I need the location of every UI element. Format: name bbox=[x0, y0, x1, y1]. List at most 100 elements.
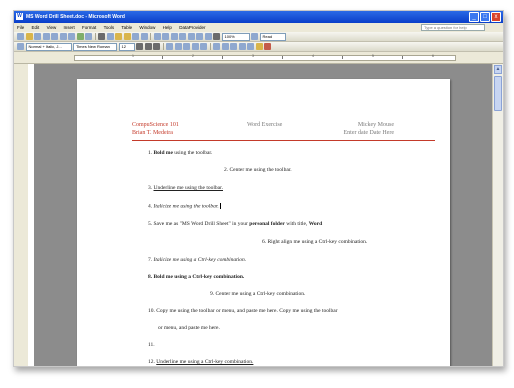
menu-view[interactable]: View bbox=[44, 23, 60, 32]
insert-table-icon[interactable] bbox=[170, 33, 178, 40]
header-right-date: Enter date Date Here bbox=[343, 130, 394, 136]
document-map-icon[interactable] bbox=[204, 33, 212, 40]
font-color-icon[interactable] bbox=[264, 43, 271, 50]
zoom-select[interactable]: 100% bbox=[221, 32, 250, 41]
text-cursor bbox=[219, 203, 221, 209]
close-button[interactable]: x bbox=[491, 12, 501, 22]
ruler-tick bbox=[162, 56, 163, 59]
menu-window[interactable]: Window bbox=[136, 23, 158, 32]
scroll-thumb[interactable] bbox=[494, 76, 502, 111]
email-icon[interactable] bbox=[51, 33, 58, 40]
bullets-icon[interactable] bbox=[221, 43, 229, 50]
align-left-icon[interactable] bbox=[166, 43, 173, 50]
paste-icon[interactable] bbox=[115, 33, 122, 40]
list-item-7[interactable]: 7. Italicize me using a Ctrl-key combina… bbox=[148, 257, 246, 263]
print-icon[interactable] bbox=[59, 33, 67, 40]
insert-excel-icon[interactable] bbox=[179, 33, 186, 40]
list-item-12[interactable]: 12. Underline me using a Ctrl-key combin… bbox=[148, 359, 253, 365]
permission-icon[interactable] bbox=[42, 33, 50, 40]
copy-icon[interactable] bbox=[106, 33, 114, 40]
header-right-name: Mickey Mouse bbox=[357, 122, 394, 128]
menu-table[interactable]: Table bbox=[118, 23, 135, 32]
menu-edit[interactable]: Edit bbox=[29, 23, 43, 32]
open-folder-icon[interactable] bbox=[25, 33, 33, 40]
ruler-tick bbox=[342, 56, 343, 59]
menu-help[interactable]: Help bbox=[160, 23, 175, 32]
columns-icon[interactable] bbox=[187, 33, 195, 40]
help-search-input[interactable]: Type a question for help bbox=[421, 24, 485, 31]
header-student-name: Brian T. Medeira bbox=[132, 130, 173, 136]
standard-toolbar: 100% Read bbox=[14, 32, 503, 42]
print-preview-icon[interactable] bbox=[68, 33, 75, 40]
justify-icon[interactable] bbox=[191, 43, 199, 50]
font-size-select[interactable]: 12 bbox=[118, 42, 135, 51]
ruler-tick bbox=[282, 56, 283, 59]
ruler-number: 2 bbox=[192, 54, 194, 58]
horizontal-ruler[interactable]: 1 2 3 4 5 6 bbox=[14, 53, 503, 64]
menu-dataprovider[interactable]: DataProvider bbox=[176, 23, 208, 32]
styles-icon[interactable] bbox=[17, 43, 24, 50]
help-icon[interactable] bbox=[251, 33, 258, 40]
bold-icon[interactable] bbox=[136, 43, 143, 50]
list-item-4[interactable]: 4. Italicize me using the toolbar. bbox=[148, 203, 221, 209]
header-divider bbox=[132, 140, 435, 141]
ruler-tick bbox=[402, 56, 403, 59]
font-select[interactable]: Times New Roman bbox=[73, 42, 117, 51]
list-item-9[interactable]: 9. Center me using a Ctrl-key combinatio… bbox=[210, 291, 305, 297]
ruler-number: 4 bbox=[312, 54, 314, 58]
document-area[interactable]: CompuScience 101 Brian T. Medeira Word E… bbox=[34, 64, 493, 366]
numbering-icon[interactable] bbox=[213, 43, 220, 50]
new-document-icon[interactable] bbox=[17, 33, 24, 40]
list-item-11[interactable]: 11. bbox=[148, 342, 155, 348]
list-item-6[interactable]: 6. Right align me using a Ctrl-key combi… bbox=[262, 239, 367, 245]
decrease-indent-icon[interactable] bbox=[230, 43, 237, 50]
list-item-3[interactable]: 3. Underline me using the toolbar. bbox=[148, 185, 223, 191]
tables-borders-icon[interactable] bbox=[162, 33, 169, 40]
align-right-icon[interactable] bbox=[183, 43, 190, 50]
ruler-number: 3 bbox=[252, 54, 254, 58]
format-painter-icon[interactable] bbox=[123, 33, 131, 40]
vertical-scrollbar[interactable]: ▲ bbox=[492, 64, 503, 366]
menu-format[interactable]: Format bbox=[79, 23, 99, 32]
window-controls: _ □ x bbox=[469, 12, 501, 22]
ruler-number: 5 bbox=[372, 54, 374, 58]
redo-icon[interactable] bbox=[140, 33, 148, 40]
undo-icon[interactable] bbox=[132, 33, 139, 40]
header-exercise-title: Word Exercise bbox=[247, 122, 283, 128]
line-spacing-icon[interactable] bbox=[200, 43, 207, 50]
list-item-1[interactable]: 1. Bold me using the toolbar. bbox=[148, 150, 212, 156]
highlight-icon[interactable] bbox=[255, 43, 263, 50]
italic-icon[interactable] bbox=[144, 43, 152, 50]
list-item-2[interactable]: 2. Center me using the toolbar. bbox=[224, 167, 292, 173]
toolbar-separator bbox=[162, 43, 164, 50]
maximize-button[interactable]: □ bbox=[480, 12, 490, 22]
list-item-8[interactable]: 8. Bold me using a Ctrl-key combination. bbox=[148, 274, 244, 280]
cut-icon[interactable] bbox=[98, 33, 105, 40]
hyperlink-icon[interactable] bbox=[153, 33, 161, 40]
underline-icon[interactable] bbox=[153, 43, 160, 50]
read-button[interactable]: Read bbox=[259, 32, 286, 41]
show-hide-icon[interactable] bbox=[213, 33, 220, 40]
ruler-number: 6 bbox=[432, 54, 434, 58]
toolbar-separator bbox=[150, 33, 151, 40]
toolbar-separator bbox=[94, 33, 96, 40]
menu-tools[interactable]: Tools bbox=[101, 23, 118, 32]
list-item-10-continued[interactable]: or menu, and paste me here. bbox=[158, 325, 220, 331]
list-item-10[interactable]: 10. Copy me using the toolbar or menu, a… bbox=[148, 308, 338, 314]
increase-indent-icon[interactable] bbox=[238, 43, 246, 50]
outside-border-icon[interactable] bbox=[247, 43, 254, 50]
list-item-5[interactable]: 5. Save me as "MS Word Drill Sheet" in y… bbox=[148, 221, 322, 227]
menu-file[interactable]: File bbox=[14, 23, 27, 32]
drawing-icon[interactable] bbox=[196, 33, 203, 40]
formatting-toolbar: Normal + Italic, J... Times New Roman 12 bbox=[14, 42, 503, 52]
title-bar: W MS Word Drill Sheet.doc - Microsoft Wo… bbox=[14, 11, 503, 23]
spelling-icon[interactable] bbox=[76, 33, 84, 40]
header-course: CompuScience 101 bbox=[132, 122, 179, 128]
scroll-up-arrow-icon[interactable]: ▲ bbox=[494, 65, 502, 74]
save-icon[interactable] bbox=[34, 33, 41, 40]
research-icon[interactable] bbox=[85, 33, 92, 40]
align-center-icon[interactable] bbox=[174, 43, 182, 50]
menu-insert[interactable]: Insert bbox=[61, 23, 78, 32]
style-select[interactable]: Normal + Italic, J... bbox=[25, 42, 72, 51]
minimize-button[interactable]: _ bbox=[469, 12, 479, 22]
